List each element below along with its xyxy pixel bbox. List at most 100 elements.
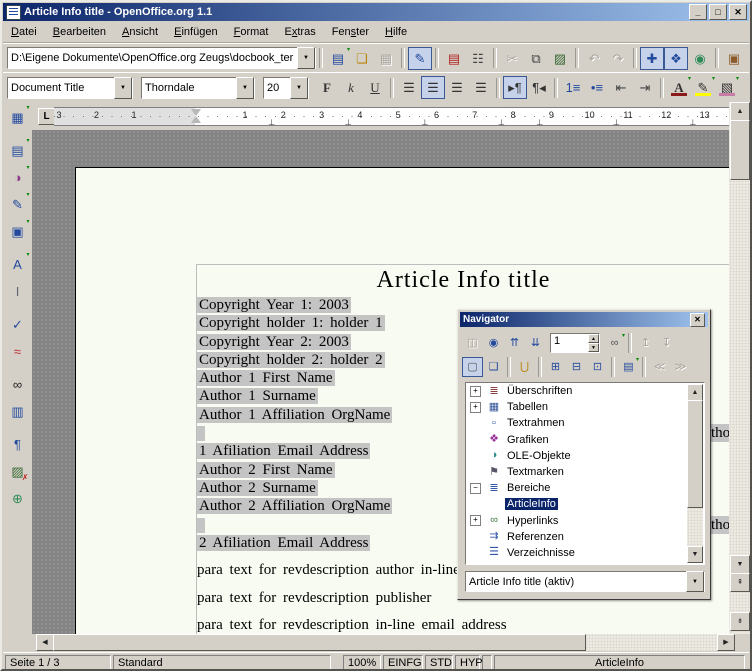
gallery-button[interactable]: ▣	[722, 47, 746, 70]
navigation-button[interactable]: ◉	[483, 333, 504, 353]
tab-stop-marker[interactable]: ⊥	[421, 118, 428, 126]
page-spinbox[interactable]: 1▲▼	[550, 333, 600, 353]
font-name-combobox[interactable]: Thorndale ▼	[141, 77, 255, 99]
horizontal-scrollbar[interactable]: ◀ ▶	[36, 634, 735, 651]
horizontal-scroll-thumb[interactable]	[53, 634, 586, 651]
redo-button[interactable]: ↷	[606, 47, 630, 70]
hyperlink-mode-indicator[interactable]: HYP	[455, 655, 480, 670]
vertical-scroll-thumb[interactable]	[730, 120, 750, 180]
copy-button[interactable]: ⧉	[524, 47, 548, 70]
insert-fields-button[interactable]: ▤▾	[6, 138, 30, 162]
close-button[interactable]: ✕	[729, 4, 747, 20]
tree-item-articleinfo[interactable]: ArticleInfo	[466, 496, 704, 512]
indent-marker-top[interactable]	[191, 109, 201, 116]
next-page-button[interactable]: ⇟	[730, 612, 750, 631]
navigator-button[interactable]: ✚	[640, 47, 664, 70]
horizontal-ruler[interactable]: L 3211234567891011121314⊥⊥⊥⊥⊥⊥⊥	[32, 102, 729, 130]
tab-stop-marker[interactable]: ⊥	[498, 118, 505, 126]
section-indicator[interactable]: ArticleInfo	[494, 655, 745, 670]
tab-stop-marker[interactable]: ⊥	[345, 118, 352, 126]
window-view-button[interactable]: ❏	[483, 357, 504, 377]
cut-button[interactable]: ✂	[500, 47, 524, 70]
tree-scrollbar[interactable]: ▲ ▼	[687, 384, 703, 563]
find-replace-button[interactable]: ∞	[6, 372, 30, 396]
navigator-content-tree[interactable]: +≣Überschriften+▦Tabellen▫Textrahmen❖Gra…	[465, 382, 705, 565]
decrease-indent-button[interactable]: ⇤	[609, 76, 633, 99]
insert-mode-indicator[interactable]: EINFG	[383, 655, 423, 670]
nonprinting-chars-button[interactable]: ¶	[6, 432, 30, 456]
insert-table-button[interactable]: ▦▾	[6, 105, 30, 129]
ltr-button[interactable]: ▸¶	[503, 76, 527, 99]
insert-objects-button[interactable]: ◑▾	[6, 165, 30, 189]
selection-mode-indicator[interactable]: STD	[425, 655, 453, 670]
font-color-button[interactable]: A▾	[667, 76, 691, 99]
spin-down-button[interactable]: ▼	[588, 343, 599, 352]
expand-icon[interactable]: +	[470, 386, 481, 397]
bold-button[interactable]: F	[315, 76, 339, 99]
direct-cursor-button[interactable]: I	[6, 279, 30, 303]
menu-format[interactable]: Format	[226, 24, 277, 40]
toggle-button[interactable]: ◫	[462, 333, 483, 353]
graphics-toggle-button[interactable]: ▨✗	[6, 459, 30, 483]
previous-page-button[interactable]: ⇞	[730, 573, 750, 592]
tree-scroll-up-button[interactable]: ▲	[687, 384, 703, 401]
demote-chapter-button[interactable]: ↧	[656, 333, 677, 353]
demote-level-button[interactable]: ≫	[670, 357, 691, 377]
font-size-combobox[interactable]: 20 ▼	[263, 77, 309, 99]
menu-extras[interactable]: Extras	[276, 24, 323, 40]
spellcheck-button[interactable]: ✓	[6, 312, 30, 336]
url-dropdown-button[interactable]: ▼	[297, 47, 315, 69]
navigator-close-button[interactable]: ✕	[690, 313, 705, 327]
zoom-indicator[interactable]: 100%	[343, 655, 381, 670]
scroll-left-button[interactable]: ◀	[36, 634, 54, 651]
rtl-button[interactable]: ¶◂	[527, 76, 551, 99]
hyperlink-dialog-button[interactable]: ◉	[688, 47, 712, 70]
url-combobox[interactable]: D:\Eigene Dokumente\OpenOffice.org Zeugs…	[7, 47, 316, 69]
tree-item-textrahmen[interactable]: ▫Textrahmen	[466, 415, 704, 431]
edit-file-button[interactable]: ✎	[408, 47, 432, 70]
highlighting-button[interactable]: ✎▾	[691, 76, 715, 99]
promote-level-button[interactable]: ≪	[649, 357, 670, 377]
save-button[interactable]: ▦	[374, 47, 398, 70]
navigator-title-bar[interactable]: Navigator ✕	[460, 312, 708, 327]
increase-indent-button[interactable]: ⇥	[633, 76, 657, 99]
stylist-button[interactable]: ❖	[664, 47, 688, 70]
content-view-button[interactable]: ▢	[462, 357, 483, 377]
navigator-document-dropdown-button[interactable]: ▼	[686, 571, 704, 592]
print-button[interactable]: ☷	[466, 47, 490, 70]
open-button[interactable]: ❏	[350, 47, 374, 70]
tab-stop-marker[interactable]: ⊥	[536, 118, 543, 126]
italic-button[interactable]: k	[339, 76, 363, 99]
paragraph-style-combobox[interactable]: Document Title ▼	[7, 77, 133, 99]
anchor-text-button[interactable]: ⊡	[587, 357, 608, 377]
align-right-button[interactable]: ☰	[445, 76, 469, 99]
tree-scroll-down-button[interactable]: ▼	[687, 546, 703, 563]
tree-item-bereiche[interactable]: −≣Bereiche	[466, 480, 704, 496]
tree-item-textmarken[interactable]: ⚑Textmarken	[466, 464, 704, 480]
next-object-button[interactable]: ⇊	[525, 333, 546, 353]
drag-mode-button[interactable]: ∞▾	[604, 333, 625, 353]
tab-stop-marker[interactable]: ⊥	[268, 118, 275, 126]
align-center-button[interactable]: ☰	[421, 76, 445, 99]
data-sources-button[interactable]: ▥	[6, 399, 30, 423]
justify-button[interactable]: ☰	[469, 76, 493, 99]
numbered-list-button[interactable]: 1≡	[561, 76, 585, 99]
page-style-indicator[interactable]: Standard	[113, 655, 331, 670]
scroll-down-button[interactable]: ▼	[730, 555, 750, 574]
tab-stop-marker[interactable]: ⊥	[689, 118, 696, 126]
draw-functions-button[interactable]: ✎▾	[6, 192, 30, 216]
indent-marker-bottom[interactable]	[191, 116, 201, 123]
background-color-button[interactable]: ▧▾	[715, 76, 739, 99]
collapse-icon[interactable]: −	[470, 483, 481, 494]
navigator-window[interactable]: Navigator ✕ ◫◉⇈⇊1▲▼∞▾↥↧ ▢❏⋃⊞⊟⊡▤▾≪≫ +≣Übe…	[457, 309, 711, 600]
tree-scroll-thumb[interactable]	[687, 400, 703, 508]
menu-datei[interactable]: Datei	[3, 24, 45, 40]
tree-item-tabellen[interactable]: +▦Tabellen	[466, 399, 704, 415]
tree-item-referenzen[interactable]: ⇉Referenzen	[466, 529, 704, 545]
menu-bearbeiten[interactable]: Bearbeiten	[45, 24, 114, 40]
font-dropdown-button[interactable]: ▼	[236, 77, 254, 99]
style-dropdown-button[interactable]: ▼	[114, 77, 132, 99]
tree-item-grafiken[interactable]: ❖Grafiken	[466, 432, 704, 448]
maximize-button[interactable]: □	[709, 4, 727, 20]
header-button[interactable]: ⊞	[545, 357, 566, 377]
